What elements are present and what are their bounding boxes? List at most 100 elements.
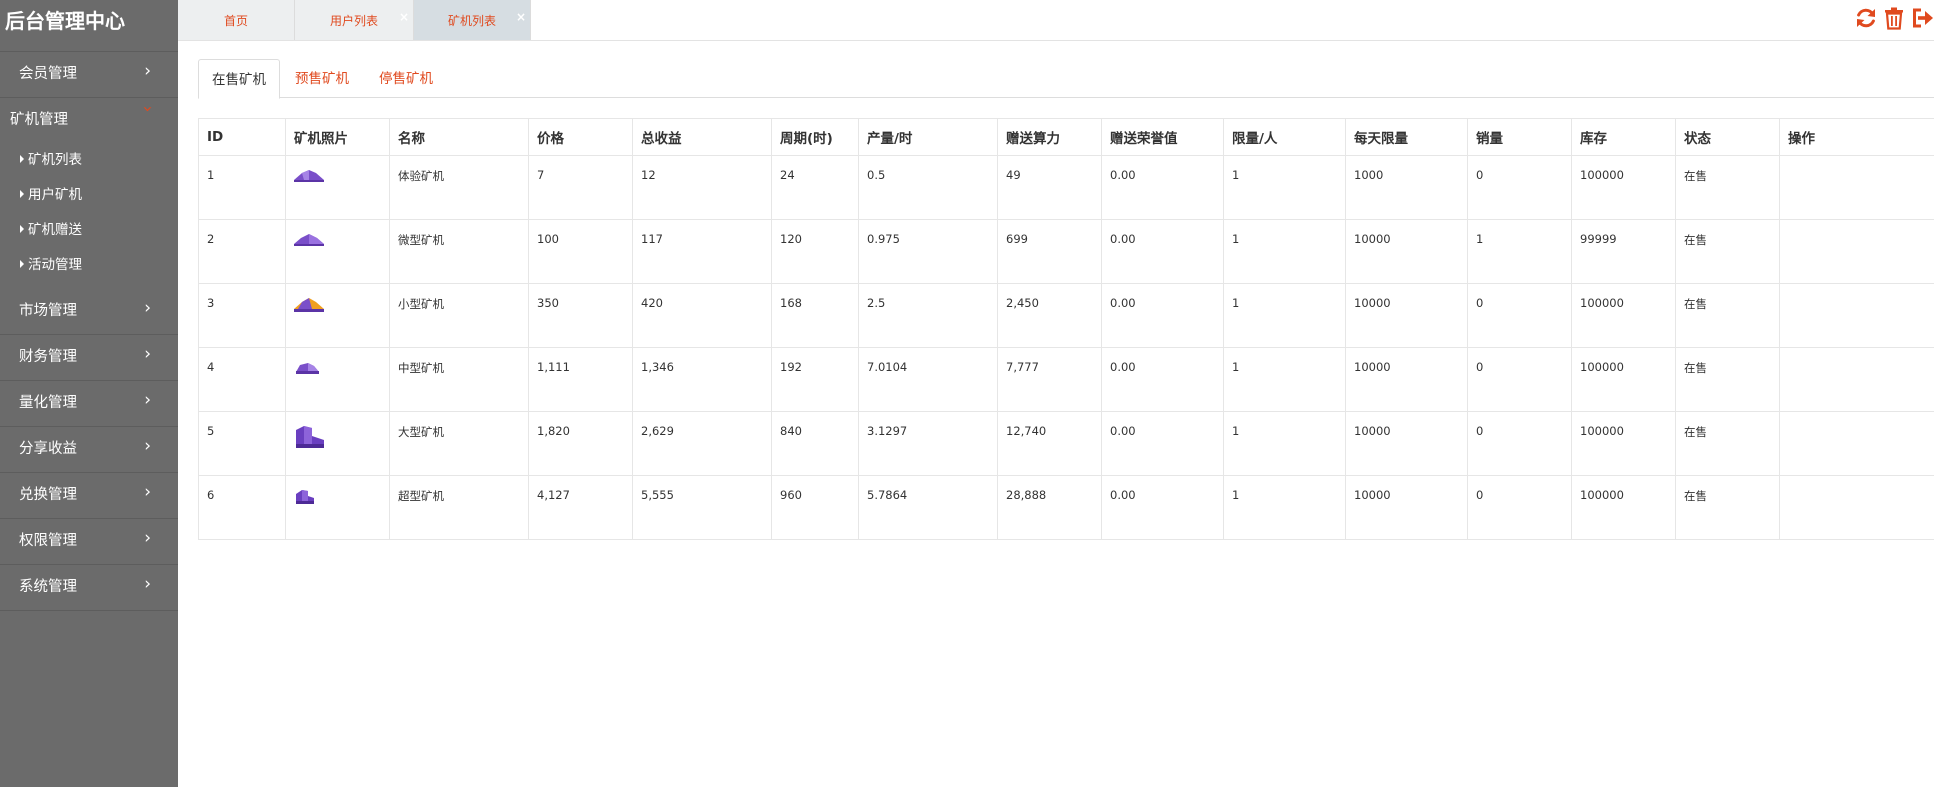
close-icon[interactable]: ×: [516, 0, 526, 38]
cell-honor: 0.00: [1101, 347, 1224, 412]
col-header: 限量/人: [1223, 118, 1346, 156]
cell-ops: [1779, 475, 1934, 540]
page-tab-miner-list[interactable]: 矿机列表 ×: [414, 0, 531, 40]
page-tab-home[interactable]: 首页: [178, 0, 295, 40]
mini-miner-icon: [294, 170, 324, 182]
cell-power: 699: [997, 219, 1102, 284]
cell-daily-limit: 10000: [1345, 411, 1468, 476]
col-header: 价格: [528, 118, 633, 156]
menu-miner[interactable]: 矿机管理 ›: [0, 98, 178, 143]
menu-quant[interactable]: 量化管理 ›: [0, 381, 178, 427]
close-icon[interactable]: ×: [399, 0, 409, 38]
cell-price: 1,820: [528, 411, 633, 476]
menu-permission[interactable]: 权限管理 ›: [0, 519, 178, 565]
cell-period: 24: [771, 155, 859, 220]
miner-status-tabs: 在售矿机 预售矿机 停售矿机: [198, 59, 1934, 99]
col-header: 赠送算力: [997, 118, 1102, 156]
menu-market[interactable]: 市场管理 ›: [0, 289, 178, 335]
cell-daily-limit: 1000: [1345, 155, 1468, 220]
tab-label: 预售矿机: [295, 71, 349, 87]
sidebar-item-activity[interactable]: 活动管理: [0, 248, 178, 283]
chevron-right-icon: ›: [144, 390, 151, 410]
cell-stock: 100000: [1571, 155, 1676, 220]
cell-output: 2.5: [858, 283, 998, 348]
tab-presale[interactable]: 预售矿机: [282, 59, 362, 97]
sidebar-item-user-miner[interactable]: 用户矿机: [0, 178, 178, 213]
sidebar-item-miner-gift[interactable]: 矿机赠送: [0, 213, 178, 248]
cell-limit-person: 1: [1223, 219, 1346, 284]
tab-on-sale[interactable]: 在售矿机: [198, 59, 280, 99]
cell-sold: 0: [1467, 155, 1572, 220]
cell-image: [285, 219, 390, 284]
cell-name: 超型矿机: [389, 475, 529, 540]
chevron-right-icon: ›: [144, 61, 151, 81]
menu-label: 财务管理: [19, 349, 77, 365]
cell-honor: 0.00: [1101, 283, 1224, 348]
menu-label: 分享收益: [19, 441, 77, 457]
cell-id: 2: [198, 219, 286, 284]
cell-image: [285, 411, 390, 476]
cell-period: 120: [771, 219, 859, 284]
col-header: 周期(时): [771, 118, 859, 156]
cell-limit-person: 1: [1223, 475, 1346, 540]
cell-honor: 0.00: [1101, 155, 1224, 220]
col-header: 销量: [1467, 118, 1572, 156]
table-row: 4 中型矿机 1,111 1,346 192 7.0104 7,777 0.00…: [198, 347, 1934, 412]
cell-image: [285, 347, 390, 412]
cell-name: 中型矿机: [389, 347, 529, 412]
miner-table: ID 矿机照片 名称 价格 总收益 周期(时) 产量/时 赠送算力 赠送荣誉值 …: [198, 118, 1934, 540]
cell-status: 在售: [1675, 475, 1780, 540]
menu-member[interactable]: 会员管理 ›: [0, 52, 178, 98]
col-header: 操作: [1779, 118, 1934, 156]
cell-power: 12,740: [997, 411, 1102, 476]
menu-label: 权限管理: [19, 533, 77, 549]
cell-daily-limit: 10000: [1345, 475, 1468, 540]
cell-total: 5,555: [632, 475, 772, 540]
caret-right-icon: [20, 260, 24, 268]
tab-label: 在售矿机: [212, 72, 266, 88]
page-tab-label: 首页: [223, 14, 248, 28]
cell-name: 体验矿机: [389, 155, 529, 220]
cell-status: 在售: [1675, 219, 1780, 284]
table-row: 1 体验矿机 7 12 24 0.5 49 0.00 1 1000 0 1000…: [198, 155, 1934, 220]
cell-stock: 100000: [1571, 283, 1676, 348]
cell-ops: [1779, 411, 1934, 476]
logout-icon[interactable]: [1910, 6, 1934, 30]
cell-image: [285, 475, 390, 540]
sidebar-item-label: 活动管理: [28, 257, 82, 273]
top-actions: [1854, 6, 1934, 34]
micro-miner-icon: [294, 234, 324, 246]
cell-id: 3: [198, 283, 286, 348]
table-header-row: ID 矿机照片 名称 价格 总收益 周期(时) 产量/时 赠送算力 赠送荣誉值 …: [198, 118, 1934, 156]
menu-exchange[interactable]: 兑换管理 ›: [0, 473, 178, 519]
sidebar-item-label: 矿机列表: [28, 152, 82, 168]
page-tabs-bar: 首页 用户列表 × 矿机列表 ×: [178, 0, 1934, 41]
caret-right-icon: [20, 155, 24, 163]
menu-label: 系统管理: [19, 579, 77, 595]
menu-finance[interactable]: 财务管理 ›: [0, 335, 178, 381]
table-row: 3 小型矿机 350 420 168 2.5 2,450 0.00 1 1000…: [198, 283, 1934, 348]
menu-label: 市场管理: [19, 303, 77, 319]
cell-total: 1,346: [632, 347, 772, 412]
menu-system[interactable]: 系统管理 ›: [0, 565, 178, 611]
cell-name: 小型矿机: [389, 283, 529, 348]
col-header: 每天限量: [1345, 118, 1468, 156]
sidebar-item-miner-list[interactable]: 矿机列表: [0, 143, 178, 178]
cell-output: 7.0104: [858, 347, 998, 412]
cell-period: 840: [771, 411, 859, 476]
cell-honor: 0.00: [1101, 475, 1224, 540]
cell-period: 168: [771, 283, 859, 348]
cell-stock: 100000: [1571, 411, 1676, 476]
cell-limit-person: 1: [1223, 411, 1346, 476]
trash-icon[interactable]: [1882, 6, 1906, 30]
chevron-right-icon: ›: [144, 482, 151, 502]
menu-share[interactable]: 分享收益 ›: [0, 427, 178, 473]
medium-miner-icon: [296, 363, 319, 374]
tab-discontinued[interactable]: 停售矿机: [366, 59, 446, 97]
refresh-icon[interactable]: [1854, 6, 1878, 30]
col-header: ID: [198, 118, 286, 156]
table-row: 2 微型矿机 100 117 120 0.975 699 0.00 1 1000…: [198, 219, 1934, 284]
page-tab-user-list[interactable]: 用户列表 ×: [295, 0, 414, 40]
cell-id: 5: [198, 411, 286, 476]
cell-ops: [1779, 347, 1934, 412]
